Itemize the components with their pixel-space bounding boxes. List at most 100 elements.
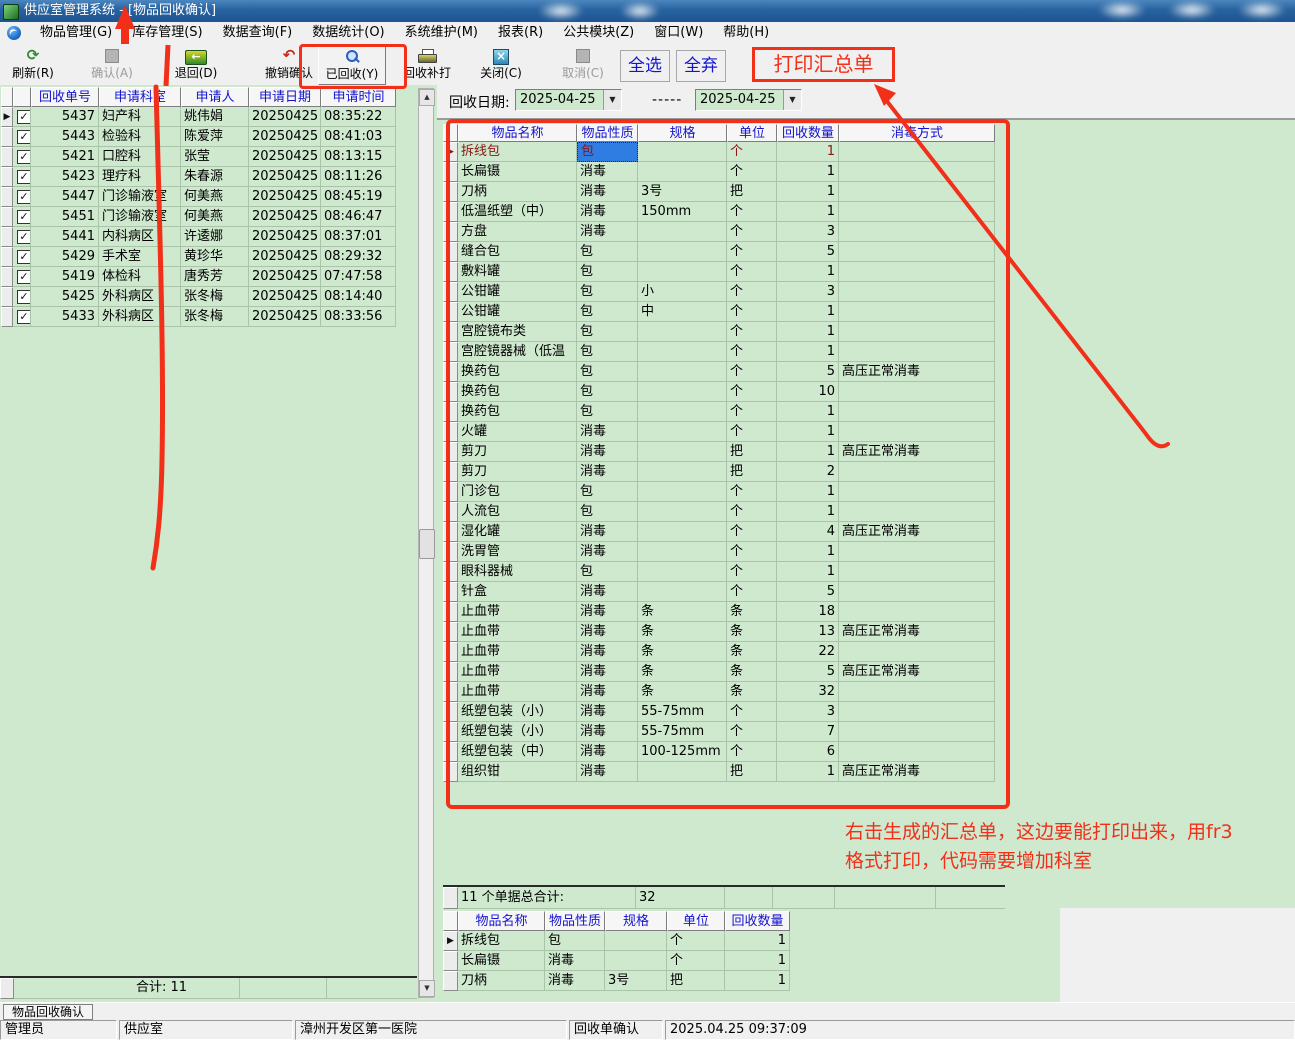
chevron-down-icon[interactable]: ▼: [603, 90, 621, 110]
column-header[interactable]: 申请时间: [321, 87, 396, 107]
cell-receipt-no[interactable]: 5433: [31, 307, 99, 327]
cell-item-qty[interactable]: 5: [777, 662, 839, 682]
cell-item-nature[interactable]: 包: [577, 262, 638, 282]
cell-item-unit[interactable]: 个: [667, 931, 725, 951]
item-row[interactable]: 眼科器械包 个 1: [443, 562, 995, 582]
cell-item-unit[interactable]: 个: [727, 562, 777, 582]
checkbox-cell[interactable]: ✓: [13, 187, 31, 207]
refresh-button[interactable]: ⟳ 刷新(R): [0, 46, 66, 83]
item-row[interactable]: ▶ 拆线包包 个 1: [443, 142, 995, 162]
cell-date[interactable]: 20250425: [249, 167, 321, 187]
cell-item-qty[interactable]: 13: [777, 622, 839, 642]
select-all-button[interactable]: 全选: [620, 50, 670, 82]
undo-confirm-button[interactable]: ↶ 撤销确认: [256, 46, 322, 83]
cell-item-unit[interactable]: 把: [727, 442, 777, 462]
cell-person[interactable]: 许逶娜: [181, 227, 249, 247]
cell-item-spec[interactable]: [638, 562, 727, 582]
cell-item-name[interactable]: 湿化罐: [458, 522, 577, 542]
cell-dept[interactable]: 外科病区: [99, 307, 181, 327]
checkbox-cell[interactable]: ✓: [13, 147, 31, 167]
item-row[interactable]: 火罐 消毒 个 1: [443, 422, 995, 442]
cell-dept[interactable]: 检验科: [99, 127, 181, 147]
item-row[interactable]: 公钳罐包中个 1: [443, 302, 995, 322]
cell-item-qty[interactable]: 1: [777, 342, 839, 362]
detail-header-row[interactable]: 物品名称 物品性质 规格 单位 回收数量: [443, 911, 790, 931]
cell-item-nature[interactable]: 消毒: [577, 742, 638, 762]
cell-item-qty[interactable]: 1: [777, 442, 839, 462]
scroll-up-icon[interactable]: ▲: [419, 89, 435, 106]
row-checkbox[interactable]: ✓: [17, 130, 30, 144]
cell-time[interactable]: 08:37:01: [321, 227, 396, 247]
cell-disinfect-method[interactable]: [839, 302, 995, 322]
cell-item-qty[interactable]: 2: [777, 462, 839, 482]
row-checkbox[interactable]: ✓: [17, 110, 30, 124]
cell-person[interactable]: 朱春源: [181, 167, 249, 187]
cell-item-nature[interactable]: 包: [545, 931, 605, 951]
cell-item-nature[interactable]: 包: [577, 482, 638, 502]
menu-item[interactable]: 系统维护(M): [395, 22, 488, 44]
cell-receipt-no[interactable]: 5419: [31, 267, 99, 287]
cell-item-unit[interactable]: 个: [727, 502, 777, 522]
cell-item-qty[interactable]: 22: [777, 642, 839, 662]
cell-item-nature[interactable]: 消毒: [577, 442, 638, 462]
receipt-row[interactable]: ✓ 5447 门诊输液室 何美燕 20250425 08:45:19: [1, 187, 396, 207]
cell-receipt-no[interactable]: 5441: [31, 227, 99, 247]
cell-item-spec[interactable]: [638, 262, 727, 282]
cell-item-qty[interactable]: 5: [777, 582, 839, 602]
cell-item-unit[interactable]: 个: [727, 422, 777, 442]
cell-receipt-no[interactable]: 5451: [31, 207, 99, 227]
cell-disinfect-method[interactable]: [839, 322, 995, 342]
cell-dept[interactable]: 门诊输液室: [99, 187, 181, 207]
cell-item-name[interactable]: 止血带: [458, 682, 577, 702]
cell-item-qty[interactable]: 10: [777, 382, 839, 402]
receipt-row[interactable]: ✓ 5441 内科病区 许逶娜 20250425 08:37:01: [1, 227, 396, 247]
cell-receipt-no[interactable]: 5423: [31, 167, 99, 187]
cell-item-nature[interactable]: 消毒: [577, 222, 638, 242]
cell-item-name[interactable]: 公钳罐: [458, 282, 577, 302]
cell-item-unit[interactable]: 个: [727, 222, 777, 242]
cell-date[interactable]: 20250425: [249, 127, 321, 147]
minimize-button[interactable]: [1098, 1, 1146, 19]
cell-date[interactable]: 20250425: [249, 247, 321, 267]
cell-item-spec[interactable]: 小: [638, 282, 727, 302]
cell-disinfect-method[interactable]: [839, 202, 995, 222]
item-row[interactable]: 方盘 消毒 个 3: [443, 222, 995, 242]
cell-item-spec[interactable]: [638, 402, 727, 422]
cell-disinfect-method[interactable]: [839, 502, 995, 522]
cell-time[interactable]: 08:14:40: [321, 287, 396, 307]
cell-item-qty[interactable]: 1: [725, 951, 790, 971]
cell-item-name[interactable]: 止血带: [458, 662, 577, 682]
cell-item-name[interactable]: 拆线包: [458, 142, 577, 162]
cell-disinfect-method[interactable]: [839, 222, 995, 242]
cell-item-qty[interactable]: 1: [777, 262, 839, 282]
detail-row[interactable]: 长扁镊 消毒 个 1: [443, 951, 790, 971]
cell-item-spec[interactable]: [638, 242, 727, 262]
item-row[interactable]: 换药包包 个 1: [443, 402, 995, 422]
cell-item-spec[interactable]: [638, 362, 727, 382]
column-header[interactable]: 规格: [605, 911, 667, 931]
cell-disinfect-method[interactable]: [839, 342, 995, 362]
cell-item-unit[interactable]: 条: [727, 602, 777, 622]
cell-item-qty[interactable]: 1: [777, 422, 839, 442]
cell-item-qty[interactable]: 1: [777, 402, 839, 422]
column-header[interactable]: 申请科室: [99, 87, 181, 107]
cell-item-spec[interactable]: [638, 442, 727, 462]
cell-item-name[interactable]: 刀柄: [458, 971, 545, 991]
checkbox-cell[interactable]: ✓: [13, 167, 31, 187]
cell-item-nature[interactable]: 消毒: [577, 682, 638, 702]
column-header[interactable]: 回收数量: [777, 124, 839, 142]
receipt-row[interactable]: ✓ 5419 体检科 唐秀芳 20250425 07:47:58: [1, 267, 396, 287]
cell-dept[interactable]: 体检科: [99, 267, 181, 287]
cell-item-unit[interactable]: 个: [727, 322, 777, 342]
scroll-down-icon[interactable]: ▼: [419, 980, 435, 997]
cell-item-spec[interactable]: 3号: [605, 971, 667, 991]
cell-disinfect-method[interactable]: [839, 722, 995, 742]
checkbox-cell[interactable]: ✓: [13, 107, 31, 127]
cell-receipt-no[interactable]: 5447: [31, 187, 99, 207]
cell-item-nature[interactable]: 消毒: [577, 662, 638, 682]
cell-disinfect-method[interactable]: [839, 182, 995, 202]
cell-item-nature[interactable]: 包: [577, 502, 638, 522]
cell-item-name[interactable]: 宫腔镜布类: [458, 322, 577, 342]
checkbox-cell[interactable]: ✓: [13, 227, 31, 247]
cell-person[interactable]: 张冬梅: [181, 307, 249, 327]
